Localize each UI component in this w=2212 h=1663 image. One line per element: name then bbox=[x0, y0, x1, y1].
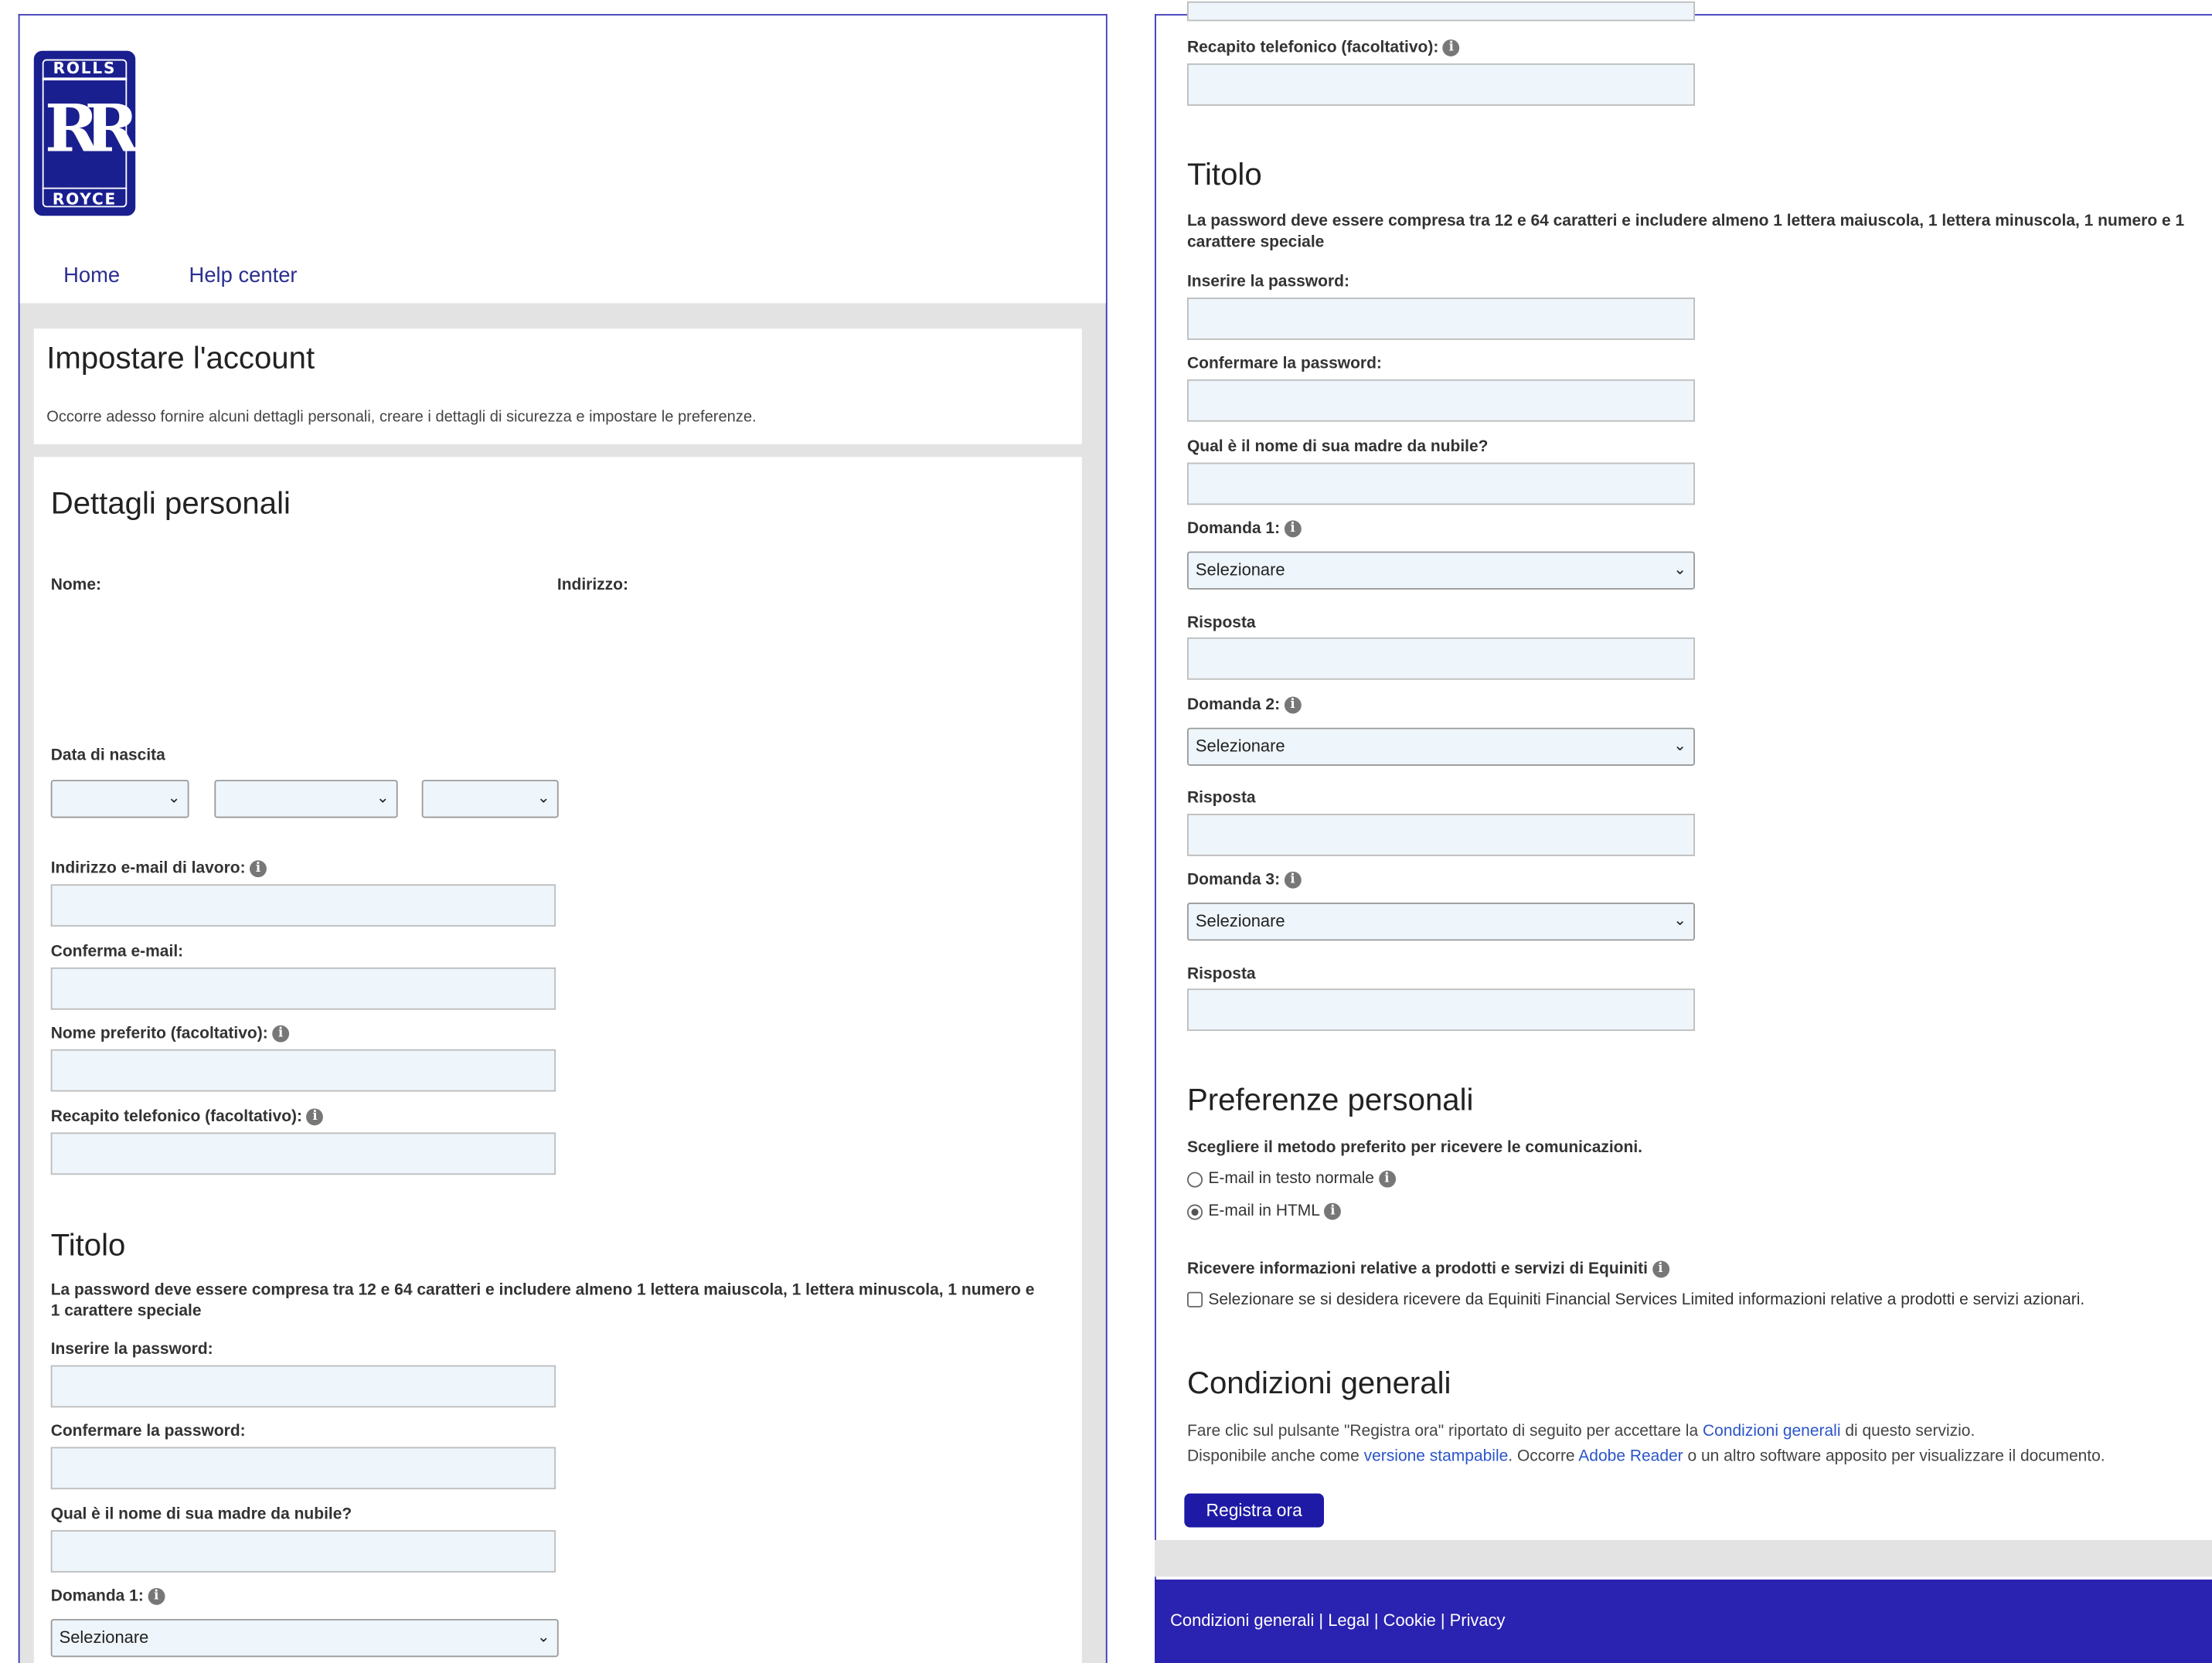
answer-2-label: Risposta bbox=[1186, 790, 1256, 807]
info-icon[interactable]: i bbox=[250, 860, 267, 878]
dob-label: Data di nascita bbox=[50, 747, 165, 765]
confirm-password-label: Confermare la password: bbox=[1186, 355, 1382, 372]
phone-label: Recapito telefonico (facoltativo): i bbox=[51, 1108, 324, 1125]
equiniti-consent-checkbox[interactable]: Selezionare se si desidera ricevere da E… bbox=[1186, 1292, 2084, 1309]
setup-card: Impostare l'account Occorre adesso forni… bbox=[33, 328, 1082, 444]
setup-description: Occorre adesso fornire alcuni dettagli p… bbox=[46, 409, 757, 427]
info-icon[interactable]: i bbox=[1652, 1260, 1669, 1278]
password-rule: La password deve essere compresa tra 12 … bbox=[50, 1281, 1035, 1321]
preferred-name-input[interactable] bbox=[1186, 1, 1695, 22]
confirm-email-label: Conferma e-mail: bbox=[50, 943, 184, 961]
radio-button-selected[interactable] bbox=[1186, 1203, 1203, 1219]
dob-day-select[interactable]: ⌄ bbox=[50, 780, 189, 818]
radio-plain-email[interactable]: E-mail in testo normale i bbox=[1186, 1170, 1396, 1188]
password-input[interactable] bbox=[1186, 298, 1695, 340]
work-email-label: Indirizzo e-mail di lavoro: i bbox=[51, 860, 267, 877]
answer-2-input[interactable] bbox=[1186, 814, 1695, 856]
answer-1-label: Risposta bbox=[1186, 614, 1256, 632]
question-2-select[interactable]: Selezionare ⌄ bbox=[1186, 727, 1695, 766]
chevron-down-icon: ⌄ bbox=[536, 790, 550, 807]
phone-input[interactable] bbox=[1186, 63, 1695, 106]
maiden-name-input[interactable] bbox=[1186, 462, 1695, 505]
info-icon[interactable]: i bbox=[1378, 1170, 1396, 1188]
page-title: Impostare l'account bbox=[46, 339, 315, 376]
chevron-down-icon: ⌄ bbox=[1673, 561, 1687, 579]
name-label: Nome: bbox=[50, 576, 102, 594]
confirm-password-input[interactable] bbox=[1186, 379, 1695, 422]
adobe-reader-link[interactable]: Adobe Reader bbox=[1578, 1448, 1683, 1465]
header: ROLLS RR ROYCE Home Help center bbox=[19, 15, 1106, 304]
security-heading: Titolo bbox=[50, 1226, 126, 1263]
preferred-name-input[interactable] bbox=[50, 1049, 556, 1092]
address-label: Indirizzo: bbox=[556, 576, 628, 594]
terms-link[interactable]: Condizioni generali bbox=[1703, 1423, 1841, 1440]
page-frame: Recapito telefonico (facoltativo): i Tito… bbox=[1155, 1, 2212, 1663]
communication-method-label: Scegliere il metodo preferito per riceve… bbox=[1186, 1139, 1642, 1157]
terms-line-1: Fare clic sul pulsante "Registra ora" ri… bbox=[1186, 1423, 1975, 1440]
confirm-password-label: Confermare la password: bbox=[50, 1423, 246, 1440]
equiniti-info-label: Ricevere informazioni relative a prodott… bbox=[1187, 1260, 1669, 1278]
personal-details-heading: Dettagli personali bbox=[50, 485, 291, 521]
question-1-label: Domanda 1: i bbox=[51, 1587, 165, 1605]
dob-year-select[interactable]: ⌄ bbox=[421, 780, 559, 818]
info-icon[interactable]: i bbox=[1284, 696, 1302, 714]
info-icon[interactable]: i bbox=[306, 1108, 324, 1126]
register-now-button[interactable]: Registra ora bbox=[1184, 1493, 1324, 1528]
terms-heading: Condizioni generali bbox=[1186, 1365, 1451, 1401]
phone-input[interactable] bbox=[50, 1132, 556, 1175]
footer-spacer bbox=[1155, 1539, 2212, 1577]
question-1-select[interactable]: Selezionare ⌄ bbox=[50, 1619, 559, 1658]
chevron-down-icon: ⌄ bbox=[1673, 737, 1687, 755]
info-icon[interactable]: i bbox=[1324, 1202, 1342, 1220]
password-rule: La password deve essere compresa tra 12 … bbox=[1186, 213, 2185, 251]
info-icon[interactable]: i bbox=[1284, 520, 1302, 538]
maiden-name-input[interactable] bbox=[50, 1530, 556, 1573]
chevron-down-icon: ⌄ bbox=[376, 790, 390, 807]
confirm-email-input[interactable] bbox=[50, 967, 556, 1010]
phone-label: Recapito telefonico (facoltativo): i bbox=[1187, 39, 1460, 56]
answer-3-input[interactable] bbox=[1186, 988, 1695, 1032]
checkbox[interactable] bbox=[1186, 1292, 1203, 1308]
answer-3-label: Risposta bbox=[1186, 966, 1256, 984]
rolls-royce-logo[interactable]: ROLLS RR ROYCE bbox=[33, 50, 138, 216]
radio-button[interactable] bbox=[1186, 1171, 1203, 1187]
printable-version-link[interactable]: versione stampabile bbox=[1364, 1448, 1509, 1465]
maiden-name-label: Qual è il nome di sua madre da nubile? bbox=[1186, 438, 1489, 456]
info-icon[interactable]: i bbox=[148, 1587, 165, 1605]
work-email-input[interactable] bbox=[50, 884, 556, 927]
chevron-down-icon: ⌄ bbox=[1673, 912, 1687, 930]
nav-help-center-link[interactable]: Help center bbox=[189, 264, 298, 287]
preferred-name-label: Nome preferito (facoltativo): i bbox=[51, 1025, 290, 1042]
confirm-password-input[interactable] bbox=[50, 1447, 556, 1490]
info-icon[interactable]: i bbox=[1284, 871, 1302, 889]
security-heading: Titolo bbox=[1186, 156, 1262, 192]
dob-month-select[interactable]: ⌄ bbox=[214, 780, 398, 818]
maiden-name-label: Qual è il nome di sua madre da nubile? bbox=[50, 1506, 352, 1523]
terms-line-2: Disponibile anche come versione stampabi… bbox=[1186, 1448, 2105, 1466]
chevron-down-icon: ⌄ bbox=[167, 790, 181, 807]
personal-details-card: Dettagli personali Nome: Indirizzo: Data… bbox=[33, 457, 1082, 1663]
answer-1-input[interactable] bbox=[1186, 637, 1695, 680]
question-3-label: Domanda 3: i bbox=[1187, 871, 1302, 889]
password-input[interactable] bbox=[50, 1365, 556, 1408]
question-1-label: Domanda 1: i bbox=[1187, 520, 1302, 537]
question-2-label: Domanda 2: i bbox=[1187, 696, 1302, 714]
footer: Condizioni generali | Legal | Cookie | P… bbox=[1155, 1580, 2212, 1663]
page-frame: ROLLS RR ROYCE Home Help center Impostar… bbox=[18, 14, 1108, 1663]
info-icon[interactable]: i bbox=[1442, 39, 1460, 56]
info-icon[interactable]: i bbox=[272, 1025, 290, 1042]
right-screenshot: Recapito telefonico (facoltativo): i Tito… bbox=[1155, 0, 2212, 1663]
radio-html-email[interactable]: E-mail in HTML i bbox=[1186, 1202, 1342, 1220]
footer-links[interactable]: Condizioni generali | Legal | Cookie | P… bbox=[1170, 1610, 1505, 1631]
question-1-select[interactable]: Selezionare ⌄ bbox=[1186, 551, 1695, 590]
left-screenshot: ROLLS RR ROYCE Home Help center Impostar… bbox=[0, 0, 1113, 1663]
password-label: Inserire la password: bbox=[1186, 274, 1349, 291]
chevron-down-icon: ⌄ bbox=[536, 1628, 550, 1646]
preferences-heading: Preferenze personali bbox=[1186, 1081, 1474, 1117]
nav-home-link[interactable]: Home bbox=[63, 264, 120, 287]
question-3-select[interactable]: Selezionare ⌄ bbox=[1186, 903, 1695, 941]
password-label: Inserire la password: bbox=[50, 1341, 213, 1359]
